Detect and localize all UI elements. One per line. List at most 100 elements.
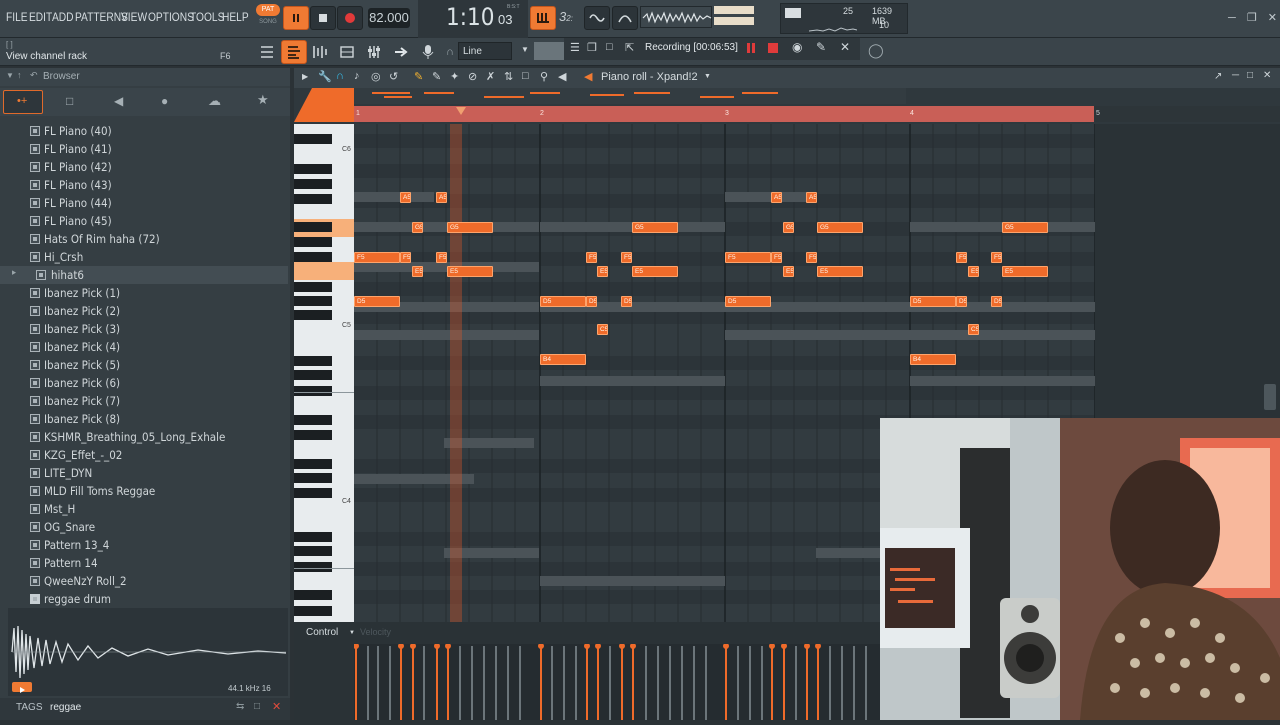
preview-play-button[interactable]: [12, 682, 32, 693]
menu-file[interactable]: FILE: [6, 10, 28, 24]
browser-item[interactable]: Ibanez Pick (6): [0, 374, 288, 392]
menu-edit[interactable]: EDIT: [29, 10, 52, 24]
tab-plugin-icon[interactable]: ●: [161, 94, 168, 108]
snap-selector[interactable]: Line: [458, 42, 512, 60]
tags-folder-icon[interactable]: □: [254, 701, 260, 712]
browser-item[interactable]: Hats Of Rim haha (72): [0, 230, 288, 248]
browser-item[interactable]: FL Piano (40): [0, 122, 288, 140]
zoom-icon[interactable]: ⚲: [540, 70, 548, 83]
control-label[interactable]: Control: [306, 627, 338, 638]
restore-icon[interactable]: ❐: [1247, 12, 1257, 24]
collapse-icon[interactable]: ▼: [6, 71, 14, 80]
close-icon[interactable]: ✕: [1268, 12, 1277, 24]
playhead-marker[interactable]: [456, 107, 466, 115]
pat-song-toggle[interactable]: PAT SONG: [256, 4, 280, 32]
browser-item[interactable]: MLD Fill Toms Reggae: [0, 482, 288, 500]
wrench-icon[interactable]: 🔧: [318, 70, 332, 83]
menu-help[interactable]: HELP: [222, 10, 249, 24]
timeline-ruler[interactable]: 1 2 3 4 5: [354, 106, 1280, 122]
browser-item[interactable]: KSHMR_Breathing_05_Long_Exhale: [0, 428, 288, 446]
piano-roll-button[interactable]: [281, 40, 307, 64]
expand-arrow-icon[interactable]: ▸: [12, 268, 16, 278]
note-g5-6[interactable]: G5: [1002, 222, 1048, 233]
pen-icon[interactable]: ✎: [816, 40, 826, 54]
note-f5-10[interactable]: F5: [991, 252, 1002, 263]
browser-item[interactable]: FL Piano (42): [0, 158, 288, 176]
microphone-button[interactable]: [415, 40, 441, 64]
mixer-button[interactable]: [334, 40, 360, 64]
tab-speaker-icon[interactable]: ◀: [114, 94, 123, 108]
browser-item[interactable]: ▸ hihat6: [0, 266, 288, 284]
tab-star-icon[interactable]: ★: [257, 92, 269, 108]
channel-rack-button[interactable]: [307, 40, 333, 64]
note-g5-3[interactable]: G5: [632, 222, 678, 233]
channel-arrow-icon[interactable]: ◀: [584, 70, 592, 83]
pr-minimize-icon[interactable]: ─: [1232, 70, 1239, 81]
note-d5-5[interactable]: D5: [725, 296, 771, 307]
arrow-button[interactable]: [388, 40, 414, 64]
overview-strip[interactable]: [354, 88, 906, 104]
browser-item[interactable]: Ibanez Pick (5): [0, 356, 288, 374]
tempo-display[interactable]: 82.000: [368, 8, 410, 28]
rec-pause-button[interactable]: [746, 43, 756, 53]
record-button[interactable]: [337, 6, 363, 30]
browser-item[interactable]: Ibanez Pick (1): [0, 284, 288, 302]
pencil-icon[interactable]: ✎: [414, 70, 423, 83]
note-e5-7[interactable]: E5: [968, 266, 979, 277]
pattern-corner[interactable]: [294, 88, 354, 122]
slice-icon[interactable]: ⇅: [504, 70, 513, 83]
note-a5-3[interactable]: A5: [771, 192, 782, 203]
slider-box[interactable]: [534, 42, 566, 60]
song-time[interactable]: 1:10: [446, 3, 494, 31]
note-a5-4[interactable]: A5: [806, 192, 817, 203]
note-f5-9[interactable]: F5: [956, 252, 967, 263]
browser-item[interactable]: Pattern 13_4: [0, 536, 288, 554]
note-icon[interactable]: ♪: [354, 70, 360, 82]
note-d5-2[interactable]: D5: [540, 296, 586, 307]
metronome-button[interactable]: [530, 6, 556, 30]
menu-tools[interactable]: TOOLS: [190, 10, 224, 24]
note-e5-1[interactable]: E5: [412, 266, 423, 277]
globe-icon[interactable]: ◯: [868, 42, 884, 59]
note-f5-6[interactable]: F5: [725, 252, 771, 263]
pause-button[interactable]: [283, 6, 309, 30]
back-icon[interactable]: ↶: [30, 70, 38, 81]
plugin-picker-button[interactable]: [361, 40, 387, 64]
browser-item[interactable]: FL Piano (43): [0, 176, 288, 194]
piano-keyboard[interactable]: C6 C5 C4: [294, 124, 354, 684]
note-e5-3[interactable]: E5: [597, 266, 608, 277]
browser-item[interactable]: OG_Snare: [0, 518, 288, 536]
snap-magnet-icon[interactable]: ∩: [336, 70, 344, 82]
note-f5-4[interactable]: F5: [586, 252, 597, 263]
browser-item[interactable]: Mst_H: [0, 500, 288, 518]
browser-item[interactable]: Pattern 14: [0, 554, 288, 572]
note-e5-2[interactable]: E5: [447, 266, 493, 277]
note-d5-3[interactable]: D5: [586, 296, 597, 307]
note-f5-1[interactable]: F5: [354, 252, 400, 263]
piano-roll-title[interactable]: Piano roll - Xpand!2: [601, 71, 698, 83]
browser-item[interactable]: FL Piano (44): [0, 194, 288, 212]
minimize-icon[interactable]: ─: [1228, 12, 1236, 24]
tab-cloud-icon[interactable]: ☁: [208, 93, 221, 109]
region-icon[interactable]: ⇱: [625, 41, 634, 54]
rec-stop-button[interactable]: [768, 43, 778, 53]
dropdown-arrow-icon[interactable]: ▼: [521, 45, 529, 54]
crop-icon[interactable]: □: [606, 41, 613, 53]
playhead[interactable]: [450, 124, 462, 684]
magnet-icon[interactable]: ∩: [446, 46, 454, 58]
browser-item[interactable]: KZG_Effet_-_02: [0, 446, 288, 464]
mute-icon[interactable]: ✗: [486, 70, 495, 83]
note-c5-2[interactable]: C5: [968, 324, 979, 335]
browser-item[interactable]: Ibanez Pick (3): [0, 320, 288, 338]
note-g5-2[interactable]: G5: [447, 222, 493, 233]
note-e5-8[interactable]: E5: [1002, 266, 1048, 277]
browser-item[interactable]: Ibanez Pick (2): [0, 302, 288, 320]
delete-icon[interactable]: ⊘: [468, 70, 477, 83]
detach-icon[interactable]: ↗: [1214, 71, 1222, 82]
up-arrow-icon[interactable]: ↑: [17, 70, 22, 80]
tags-link-icon[interactable]: ⇆: [236, 701, 244, 712]
browser-item[interactable]: reggae drum: [0, 590, 288, 608]
note-a5-2[interactable]: A5: [436, 192, 447, 203]
tab-files-icon[interactable]: □: [66, 94, 73, 108]
countdown-indicator[interactable]: 32:: [559, 9, 573, 24]
